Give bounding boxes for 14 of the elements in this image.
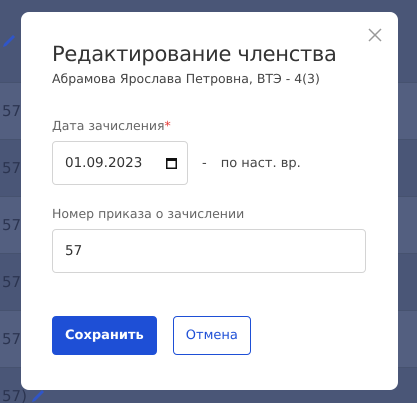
until-text: по наст. вр. — [220, 156, 301, 170]
close-button[interactable] — [366, 26, 384, 44]
order-number-field[interactable]: 57 — [52, 229, 366, 273]
save-button[interactable]: Сохранить — [52, 316, 157, 355]
close-icon — [368, 28, 382, 42]
date-field[interactable]: 01.09.2023 — [52, 141, 188, 185]
cancel-button[interactable]: Отмена — [172, 316, 251, 355]
separator-dash: - — [202, 156, 207, 170]
field-label: Дата зачисления — [52, 118, 165, 133]
field-label: Номер приказа о зачислении — [52, 206, 244, 221]
dialog-subtitle: Абрамова Ярослава Петровна, ВТЭ - 4(3) — [52, 71, 321, 86]
calendar-icon — [166, 157, 177, 169]
required-mark: * — [164, 118, 171, 133]
dialog-title: Редактирование членства — [52, 42, 338, 66]
